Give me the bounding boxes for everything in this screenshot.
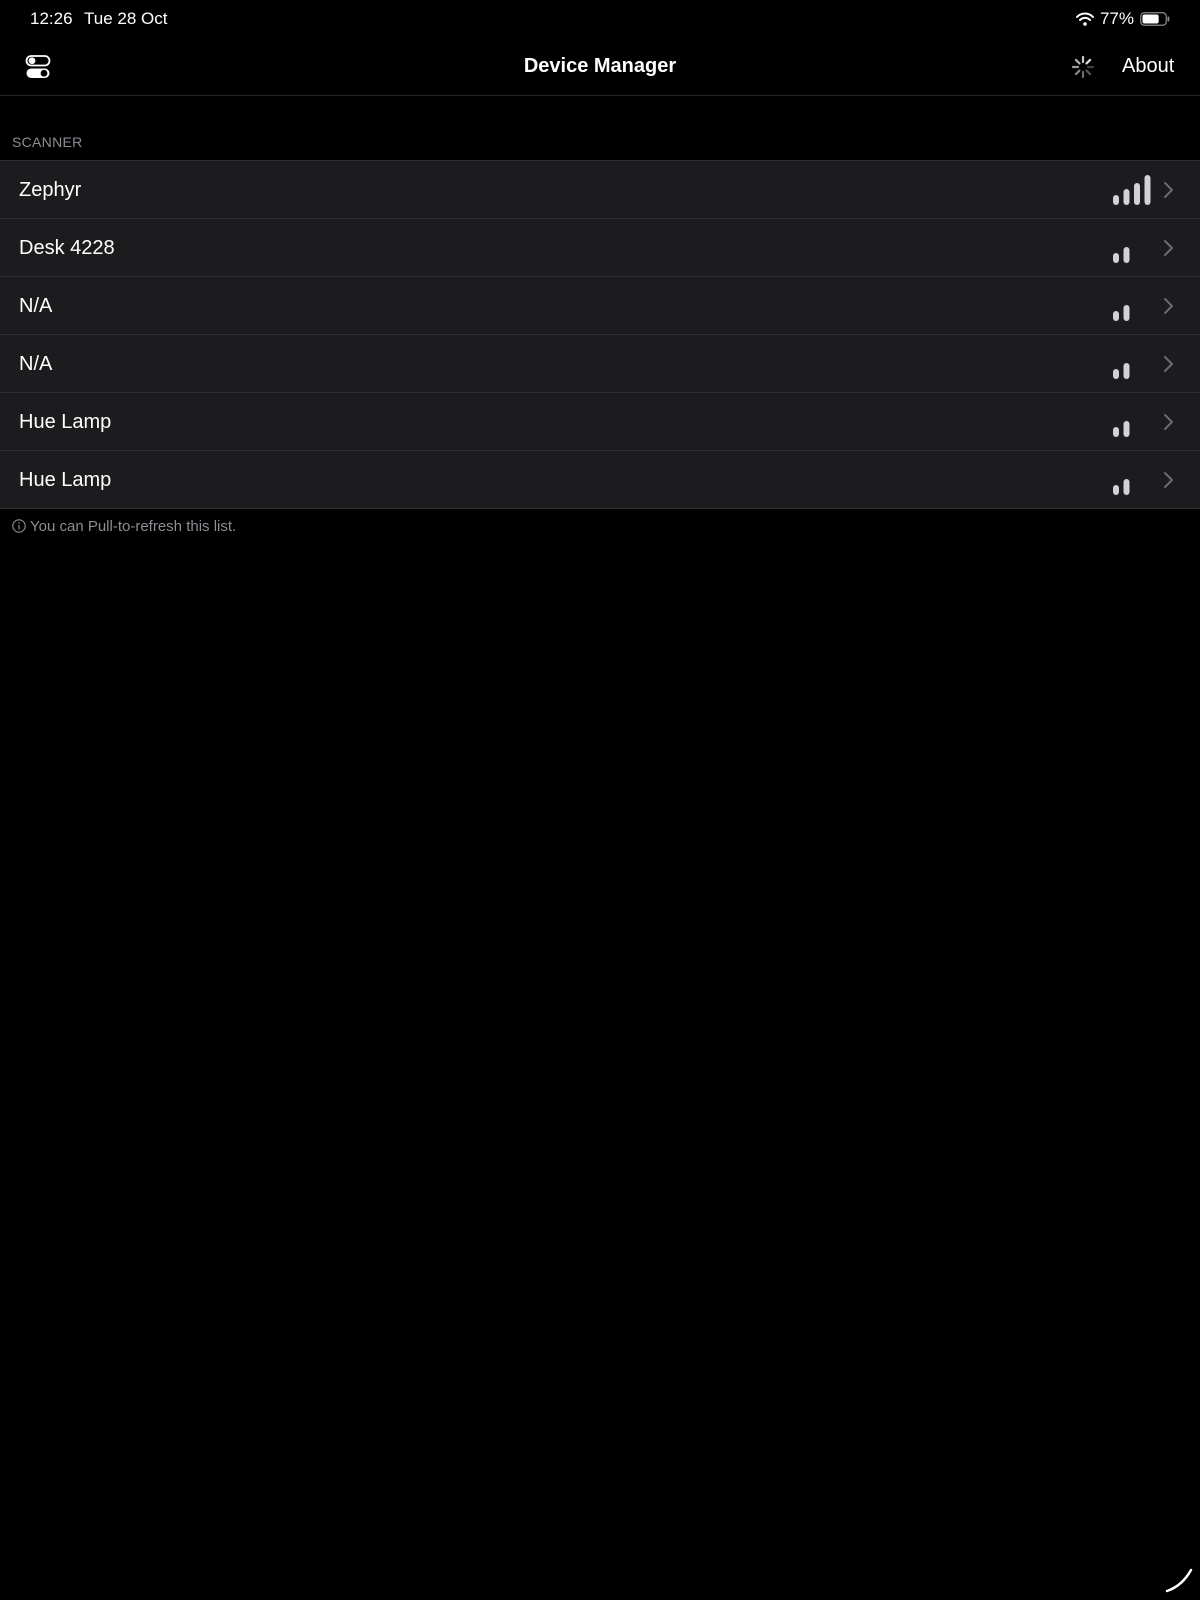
signal-bar	[1113, 485, 1119, 495]
device-row[interactable]: Desk 4228	[0, 219, 1200, 277]
signal-bar	[1123, 189, 1130, 205]
signal-strength-icon	[1113, 349, 1151, 379]
device-row[interactable]: Zephyr	[0, 161, 1200, 219]
signal-bar	[1145, 233, 1151, 263]
signal-bar	[1134, 357, 1140, 379]
pull-to-refresh-hint: You can Pull-to-refresh this list.	[12, 518, 236, 535]
device-name: Desk 4228	[19, 237, 115, 259]
signal-bar	[1123, 363, 1130, 379]
about-button[interactable]: About	[1122, 55, 1174, 78]
battery-percent: 77%	[1099, 9, 1134, 28]
device-name: Hue Lamp	[19, 411, 112, 433]
signal-bar	[1123, 479, 1130, 495]
status-indicators: 77%	[1075, 9, 1170, 29]
chevron-right-icon	[1164, 298, 1173, 314]
wifi-icon	[1075, 12, 1094, 26]
signal-bar	[1134, 415, 1140, 437]
activity-spinner-icon	[1071, 55, 1095, 79]
device-name: Zephyr	[19, 179, 82, 201]
signal-bar	[1134, 241, 1140, 263]
device-row[interactable]: Hue Lamp	[0, 393, 1200, 451]
page-title: Device Manager	[523, 55, 677, 77]
signal-strength-icon	[1113, 175, 1151, 205]
spinner-spoke	[1085, 69, 1092, 76]
signal-bar	[1145, 465, 1151, 495]
signal-bar	[1145, 349, 1151, 379]
signal-bar	[1123, 247, 1130, 263]
spinner-spoke	[1074, 69, 1081, 76]
signal-bar	[1145, 407, 1151, 437]
signal-bar	[1113, 427, 1119, 437]
device-row[interactable]: N/A	[0, 335, 1200, 393]
signal-bar	[1134, 473, 1140, 495]
spinner-spoke	[1074, 58, 1081, 65]
chevron-right-icon	[1164, 240, 1173, 256]
status-time: 12:26	[30, 9, 73, 28]
device-name: Hue Lamp	[19, 469, 112, 491]
signal-bar	[1123, 421, 1130, 437]
spinner-spoke	[1085, 58, 1092, 65]
signal-bar	[1123, 305, 1130, 321]
signal-bar	[1145, 291, 1151, 321]
chevron-right-icon	[1164, 414, 1173, 430]
chevron-right-icon	[1164, 472, 1173, 488]
status-bar: 12:26 Tue 28 Oct 77%	[0, 0, 1200, 38]
signal-bar	[1113, 195, 1119, 205]
info-icon	[12, 518, 26, 535]
signal-bar	[1134, 183, 1140, 205]
device-name: N/A	[19, 295, 53, 317]
signal-bar	[1134, 299, 1140, 321]
signal-bar	[1113, 311, 1119, 321]
signal-bar	[1113, 369, 1119, 379]
chevron-right-icon	[1164, 182, 1173, 198]
pencil-hover-indicator	[1164, 1564, 1194, 1594]
signal-strength-icon	[1113, 291, 1151, 321]
signal-strength-icon	[1113, 233, 1151, 263]
footer-text: You can Pull-to-refresh this list.	[30, 518, 237, 535]
device-row[interactable]: Hue Lamp	[0, 451, 1200, 509]
navigation-bar: Device Manager About	[0, 38, 1200, 96]
battery-icon	[1140, 12, 1170, 26]
section-header-scanner: SCANNER	[12, 134, 83, 150]
signal-bar	[1113, 253, 1119, 263]
device-list: Zephyr Desk 4228 N/A N/A Hue Lamp Hue Lamp	[0, 160, 1200, 509]
signal-strength-icon	[1113, 407, 1151, 437]
status-date: Tue 28 Oct	[84, 9, 168, 28]
signal-strength-icon	[1113, 465, 1151, 495]
chevron-right-icon	[1164, 356, 1173, 372]
device-name: N/A	[19, 353, 53, 375]
device-row[interactable]: N/A	[0, 277, 1200, 335]
signal-bar	[1144, 175, 1151, 205]
device-manager-screen: 12:26 Tue 28 Oct 77% Device Manager Abou…	[0, 0, 1200, 1600]
